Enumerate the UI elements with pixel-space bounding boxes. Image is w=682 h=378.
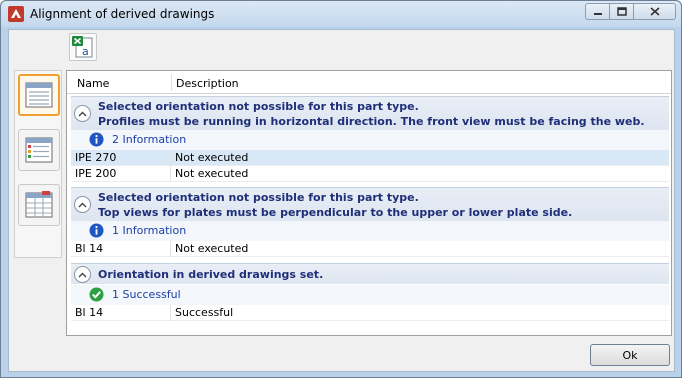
app-icon <box>8 6 24 22</box>
group-summary[interactable]: 2 Information <box>71 130 669 150</box>
column-header: Name Description <box>67 71 671 94</box>
column-separator[interactable] <box>171 74 172 91</box>
cell-separator <box>170 305 171 321</box>
group-summary[interactable]: 1 Successful <box>71 285 669 305</box>
table-view-button[interactable] <box>18 184 60 226</box>
chevron-up-icon <box>78 202 87 207</box>
cell-separator <box>170 150 171 166</box>
table-row[interactable]: IPE 270 Not executed <box>71 150 669 166</box>
success-check-icon <box>89 287 104 302</box>
collapse-button[interactable] <box>74 196 91 213</box>
summary-text: 2 Information <box>112 133 187 146</box>
group-header[interactable]: Selected orientation not possible for th… <box>71 187 669 221</box>
close-icon <box>649 7 660 16</box>
list-view-button[interactable] <box>18 74 60 116</box>
result-group: Orientation in derived drawings set. 1 S… <box>71 263 669 323</box>
minimize-button[interactable] <box>585 3 610 20</box>
list-view-icon <box>25 82 53 108</box>
group-header[interactable]: Orientation in derived drawings set. <box>71 263 669 284</box>
chevron-up-icon <box>78 272 87 277</box>
row-description: Not executed <box>175 167 249 180</box>
results-list[interactable]: Name Description Selected orientation no… <box>66 70 672 336</box>
excel-export-icon: a <box>72 36 93 58</box>
window-controls <box>585 3 676 21</box>
svg-text:a: a <box>82 45 89 58</box>
color-list-view-button[interactable] <box>18 129 60 171</box>
excel-export-button[interactable]: a <box>69 33 97 61</box>
row-description: Not executed <box>175 151 249 164</box>
color-list-view-icon <box>25 137 53 163</box>
dialog-client-area: a Name Description Selected orientation … <box>8 29 675 372</box>
group-title-line: Selected orientation not possible for th… <box>98 191 419 204</box>
table-row[interactable]: Bl 14 Not executed <box>71 241 669 257</box>
maximize-button[interactable] <box>609 3 634 20</box>
table-view-icon <box>25 191 53 218</box>
close-button[interactable] <box>633 3 676 20</box>
info-icon <box>89 132 104 147</box>
view-side-panel <box>14 70 62 258</box>
group-title-line: Profiles must be running in horizontal d… <box>98 115 645 128</box>
cell-separator <box>170 166 171 182</box>
window-title: Alignment of derived drawings <box>30 7 215 21</box>
column-header-description[interactable]: Description <box>176 77 239 90</box>
maximize-icon <box>616 7 627 16</box>
group-title-line: Selected orientation not possible for th… <box>98 100 419 113</box>
table-row[interactable]: IPE 200 Not executed <box>71 166 669 182</box>
title-bar[interactable]: Alignment of derived drawings <box>1 1 681 27</box>
row-name: IPE 200 <box>75 167 117 180</box>
group-title-line: Orientation in derived drawings set. <box>98 268 324 281</box>
row-description: Not executed <box>175 242 249 255</box>
group-summary[interactable]: 1 Information <box>71 221 669 241</box>
info-icon <box>89 223 104 238</box>
row-name: Bl 14 <box>75 306 104 319</box>
row-name: IPE 270 <box>75 151 117 164</box>
group-title-line: Top views for plates must be perpendicul… <box>98 206 573 219</box>
minimize-icon <box>593 12 602 15</box>
row-description: Successful <box>175 306 234 319</box>
column-header-name[interactable]: Name <box>77 77 109 90</box>
collapse-button[interactable] <box>74 266 91 283</box>
result-group: Selected orientation not possible for th… <box>71 96 669 182</box>
table-row[interactable]: Bl 14 Successful <box>71 305 669 321</box>
dialog-window: Alignment of derived drawings a Name Des… <box>0 0 682 378</box>
group-header[interactable]: Selected orientation not possible for th… <box>71 96 669 130</box>
chevron-up-icon <box>78 111 87 116</box>
summary-text: 1 Information <box>112 224 187 237</box>
ok-button[interactable]: Ok <box>590 344 670 366</box>
collapse-button[interactable] <box>74 105 91 122</box>
result-group: Selected orientation not possible for th… <box>71 187 669 257</box>
summary-text: 1 Successful <box>112 288 181 301</box>
cell-separator <box>170 241 171 257</box>
row-name: Bl 14 <box>75 242 104 255</box>
